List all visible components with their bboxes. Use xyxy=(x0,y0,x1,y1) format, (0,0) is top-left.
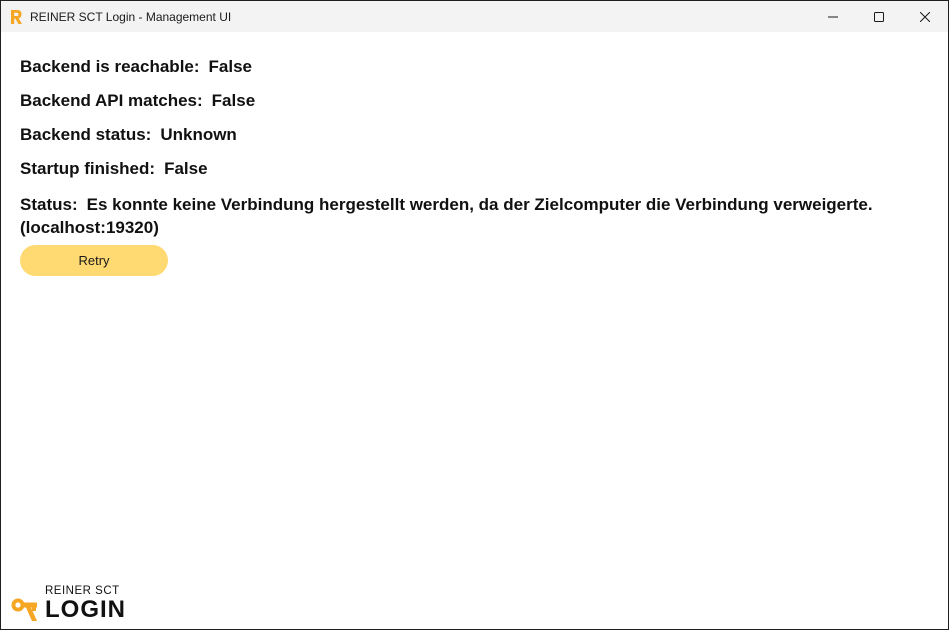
brand-logo: REINER SCT LOGIN xyxy=(10,585,126,623)
backend-status-label: Backend status: xyxy=(20,125,152,144)
backend-api-matches-row: Backend API matches: False xyxy=(20,91,935,111)
startup-finished-label: Startup finished: xyxy=(20,159,156,178)
backend-status-row: Backend status: Unknown xyxy=(20,125,935,145)
startup-finished-value: False xyxy=(164,159,208,178)
close-icon xyxy=(920,11,930,22)
minimize-icon xyxy=(828,16,838,17)
minimize-button[interactable] xyxy=(810,1,856,32)
window-controls xyxy=(810,1,948,32)
app-window: REINER SCT Login - Management UI Backend… xyxy=(0,0,949,630)
window-title: REINER SCT Login - Management UI xyxy=(30,9,232,24)
status-message: Es konnte keine Verbindung hergestellt w… xyxy=(20,195,873,237)
retry-button[interactable]: Retry xyxy=(20,245,168,276)
maximize-icon xyxy=(874,11,884,22)
backend-api-matches-value: False xyxy=(211,91,256,110)
backend-reachable-value: False xyxy=(208,57,253,76)
backend-reachable-label: Backend is reachable: xyxy=(20,57,200,76)
startup-finished-row: Startup finished: False xyxy=(20,159,935,179)
app-logo-icon xyxy=(8,9,24,25)
title-bar[interactable]: REINER SCT Login - Management UI xyxy=(1,1,948,32)
status-label: Status: xyxy=(20,195,78,214)
backend-reachable-row: Backend is reachable: False xyxy=(20,57,935,77)
backend-api-matches-label: Backend API matches: xyxy=(20,91,203,110)
close-button[interactable] xyxy=(902,1,948,32)
brand-bottom-text: LOGIN xyxy=(45,596,126,623)
backend-status-value: Unknown xyxy=(160,125,237,144)
status-message-row: Status: Es konnte keine Verbindung herges… xyxy=(20,193,935,239)
status-panel: Backend is reachable: False Backend API m… xyxy=(20,57,935,276)
brand-wordmark: REINER SCT LOGIN xyxy=(45,585,126,623)
maximize-button[interactable] xyxy=(856,1,902,32)
reiner-sct-logo-icon xyxy=(11,598,37,621)
